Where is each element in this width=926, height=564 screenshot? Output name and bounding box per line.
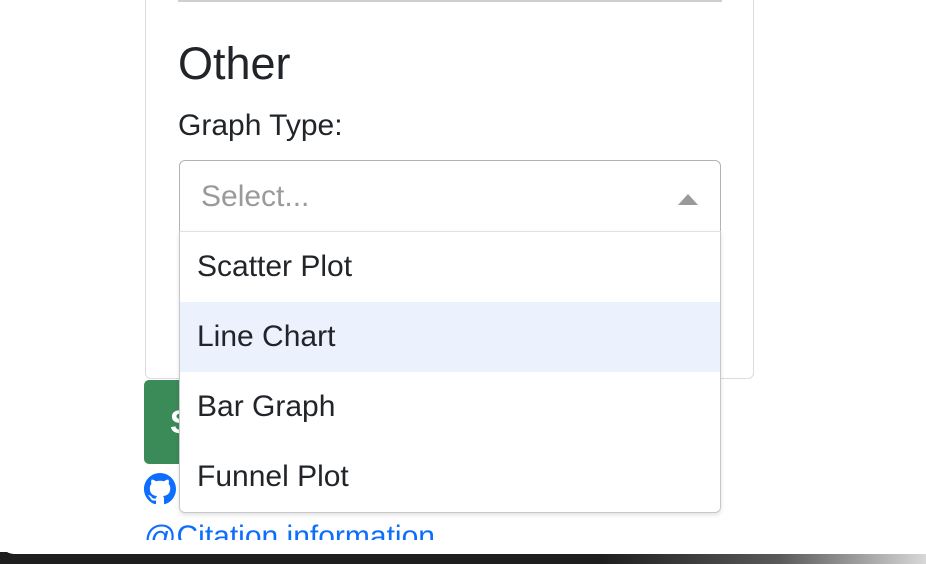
- section-divider: [178, 0, 722, 2]
- graph-type-select[interactable]: Select...: [179, 160, 721, 232]
- page: Other Graph Type: Select... S @ Citation…: [0, 0, 926, 564]
- graph-type-dropdown-menu: Scatter Plot Line Chart Bar Graph Funnel…: [179, 231, 721, 513]
- select-placeholder: Select...: [201, 180, 310, 213]
- graph-type-label: Graph Type:: [178, 109, 343, 142]
- github-link[interactable]: [144, 472, 176, 506]
- github-icon: [144, 473, 176, 505]
- option-funnel-plot[interactable]: Funnel Plot: [180, 442, 720, 512]
- window-corner: [0, 540, 926, 554]
- arrow-up-icon[interactable]: [678, 194, 698, 205]
- option-bar-graph[interactable]: Bar Graph: [180, 372, 720, 442]
- option-line-chart[interactable]: Line Chart: [180, 302, 720, 372]
- section-heading: Other: [178, 38, 291, 89]
- option-scatter-plot[interactable]: Scatter Plot: [180, 232, 720, 302]
